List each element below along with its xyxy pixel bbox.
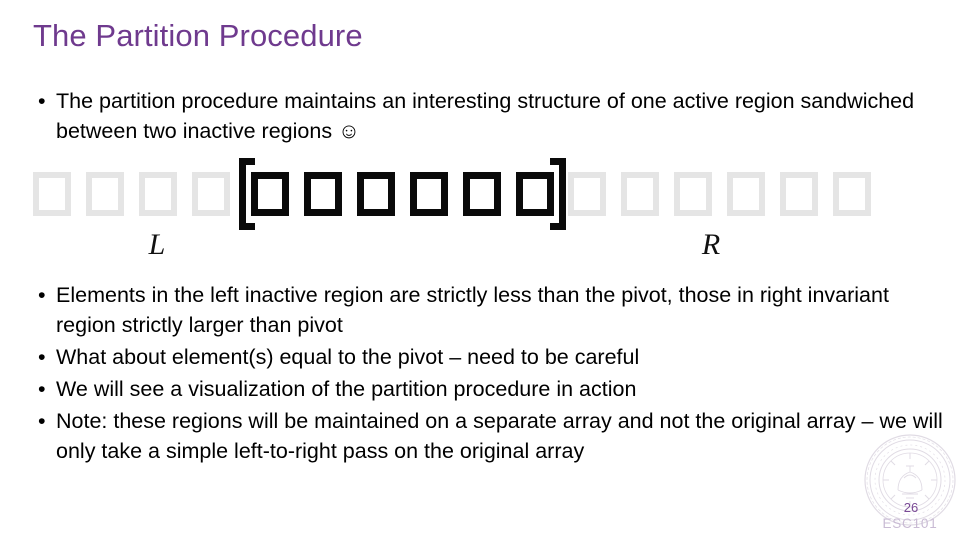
bullet-text: Elements in the left inactive region are… bbox=[56, 283, 889, 337]
bullet-text: The partition procedure maintains an int… bbox=[56, 89, 915, 143]
partition-array-diagram: L R bbox=[0, 158, 960, 273]
bullet-item-0: • The partition procedure maintains an in… bbox=[30, 86, 945, 146]
array-cell-inactive-right bbox=[727, 172, 765, 216]
course-code-label: ESC101 bbox=[882, 516, 938, 531]
bullet-item-0: • Elements in the left inactive region ar… bbox=[30, 280, 945, 340]
region-label-left: L bbox=[148, 228, 166, 261]
bullet-marker-icon: • bbox=[38, 409, 46, 433]
bullet-text: We will see a visualization of the parti… bbox=[56, 377, 637, 401]
array-cell-inactive-right bbox=[833, 172, 871, 216]
bullet-list-top: • The partition procedure maintains an in… bbox=[30, 86, 945, 148]
array-cell-inactive-right bbox=[674, 172, 712, 216]
bullet-item-1: • What about element(s) equal to the pivo… bbox=[30, 342, 945, 372]
bullet-marker-icon: • bbox=[38, 377, 46, 401]
bullet-marker-icon: • bbox=[38, 89, 46, 113]
slide-number: 26 bbox=[903, 500, 919, 515]
bullet-text: What about element(s) equal to the pivot… bbox=[56, 345, 640, 369]
array-cell-active bbox=[251, 172, 289, 216]
page-title: The Partition Procedure bbox=[33, 18, 363, 53]
bullet-item-3: • Note: these regions will be maintained … bbox=[30, 406, 945, 466]
array-cell-inactive-left bbox=[86, 172, 124, 216]
bullet-marker-icon: • bbox=[38, 283, 46, 307]
array-cell-inactive-right bbox=[568, 172, 606, 216]
array-cell-inactive-left bbox=[192, 172, 230, 216]
close-bracket-icon bbox=[550, 158, 566, 230]
array-cell-active bbox=[463, 172, 501, 216]
bullet-item-2: • We will see a visualization of the part… bbox=[30, 374, 945, 404]
bullet-text: Note: these regions will be maintained o… bbox=[56, 409, 943, 463]
array-cell-active bbox=[357, 172, 395, 216]
array-cell-inactive-right bbox=[621, 172, 659, 216]
array-cell-inactive-right bbox=[780, 172, 818, 216]
array-cell-active bbox=[410, 172, 448, 216]
region-label-right: R bbox=[701, 228, 721, 261]
bullet-marker-icon: • bbox=[38, 345, 46, 369]
array-cell-active bbox=[516, 172, 554, 216]
bullet-list-bottom: • Elements in the left inactive region ar… bbox=[30, 280, 945, 468]
array-cell-active bbox=[304, 172, 342, 216]
array-cell-inactive-left bbox=[139, 172, 177, 216]
array-cell-inactive-left bbox=[33, 172, 71, 216]
